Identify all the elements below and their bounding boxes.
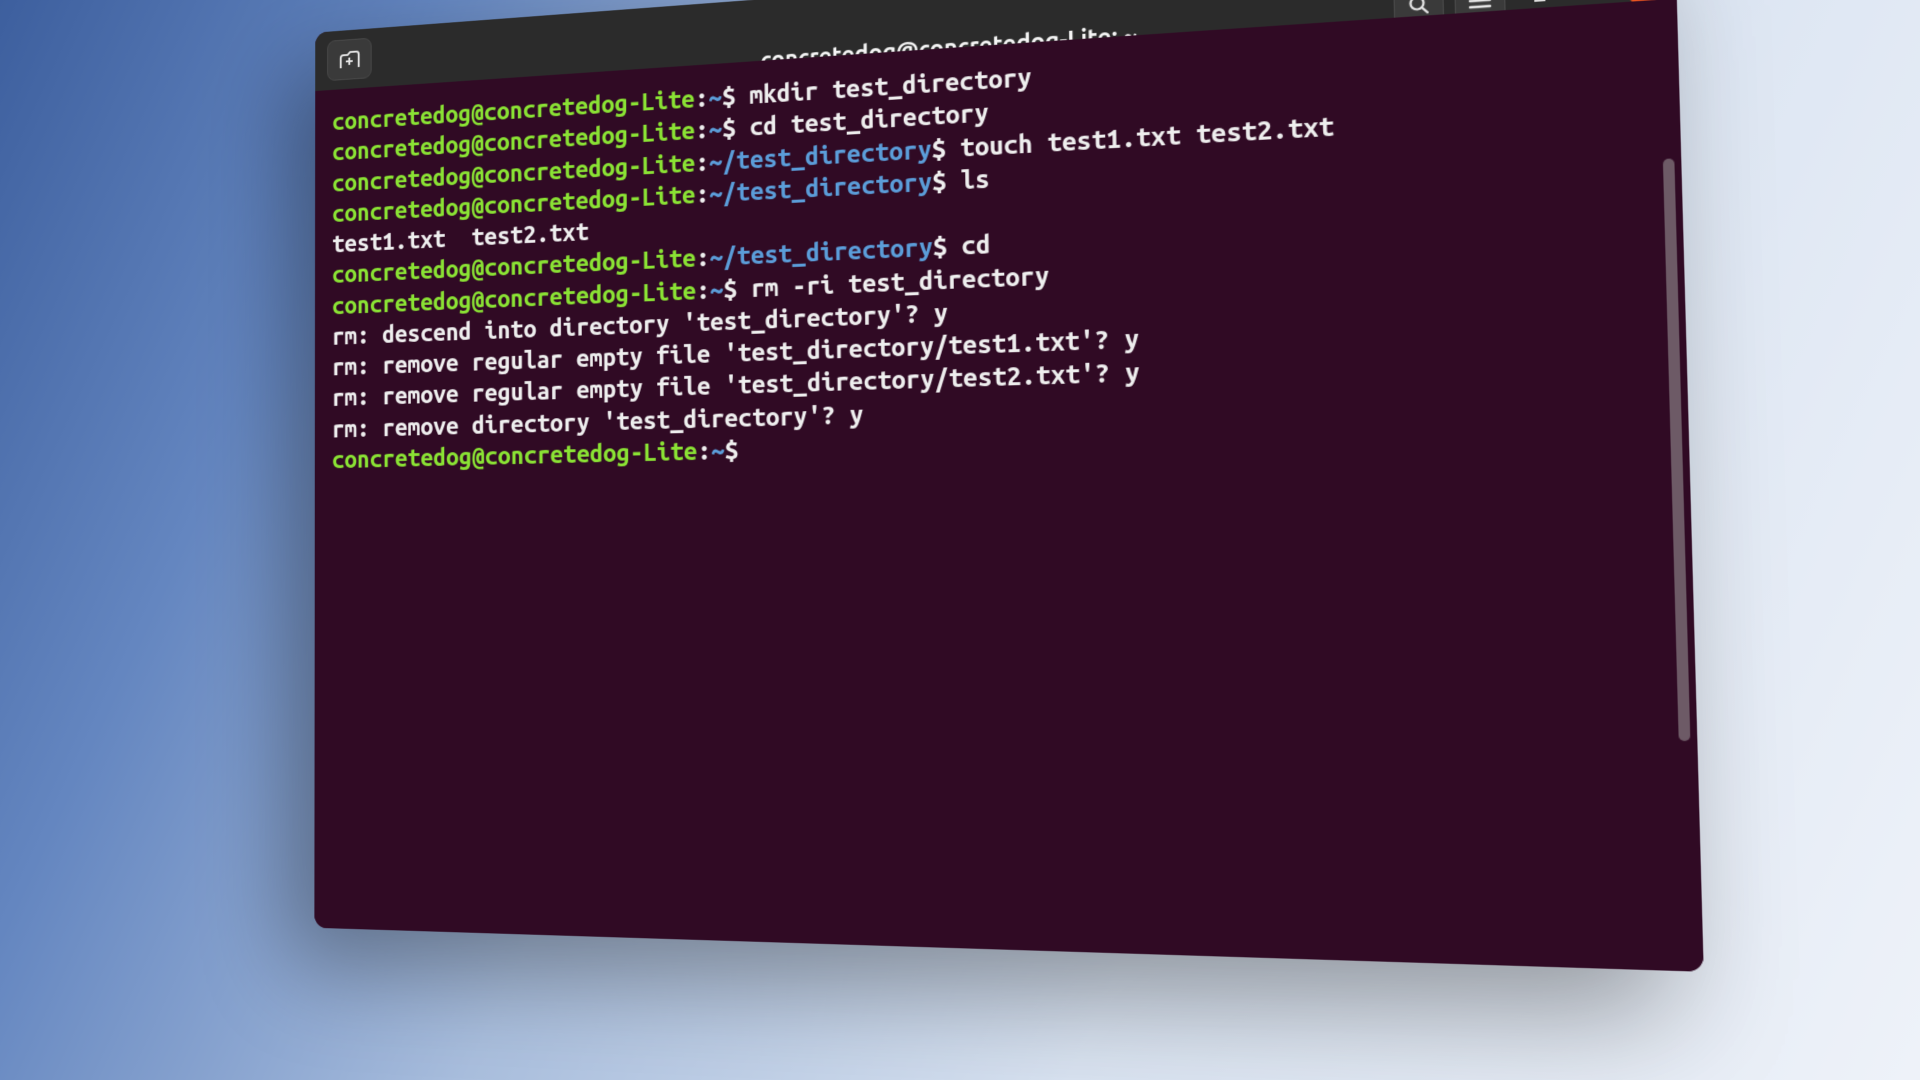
prompt-separator: : xyxy=(695,179,709,208)
command-text: ls xyxy=(961,164,990,194)
prompt-path: ~ xyxy=(711,436,725,465)
prompt-separator: : xyxy=(695,115,709,144)
prompt-path: ~ xyxy=(710,275,724,304)
prompt-dollar: $ xyxy=(723,273,751,302)
new-tab-button[interactable] xyxy=(327,38,371,81)
minimize-icon xyxy=(1532,0,1548,4)
hamburger-icon xyxy=(1468,0,1493,11)
prompt-dollar: $ xyxy=(933,231,962,261)
new-tab-icon xyxy=(338,49,360,71)
command-text: cd xyxy=(961,230,990,260)
terminal-body[interactable]: concretedog@concretedog-Lite:~$ mkdir te… xyxy=(314,0,1703,972)
prompt-dollar: $ xyxy=(725,435,753,464)
prompt-path: ~ xyxy=(708,83,722,112)
prompt-separator: : xyxy=(695,83,709,112)
terminal-window: concretedog@concretedog-Lite: ~ xyxy=(314,0,1703,972)
search-icon xyxy=(1406,0,1430,17)
prompt-dollar: $ xyxy=(931,132,960,162)
maximize-icon xyxy=(1583,0,1599,1)
prompt-dollar: $ xyxy=(722,113,750,143)
prompt-user-host: concretedog@concretedog-Lite xyxy=(332,436,698,472)
prompt-path: ~ xyxy=(709,114,723,143)
scrollbar[interactable] xyxy=(1663,158,1691,741)
prompt-separator: : xyxy=(696,243,710,272)
prompt-separator: : xyxy=(696,275,710,304)
prompt-separator: : xyxy=(695,147,709,176)
prompt-dollar: $ xyxy=(932,165,961,195)
prompt-dollar: $ xyxy=(722,81,750,111)
prompt-separator: : xyxy=(697,436,711,464)
